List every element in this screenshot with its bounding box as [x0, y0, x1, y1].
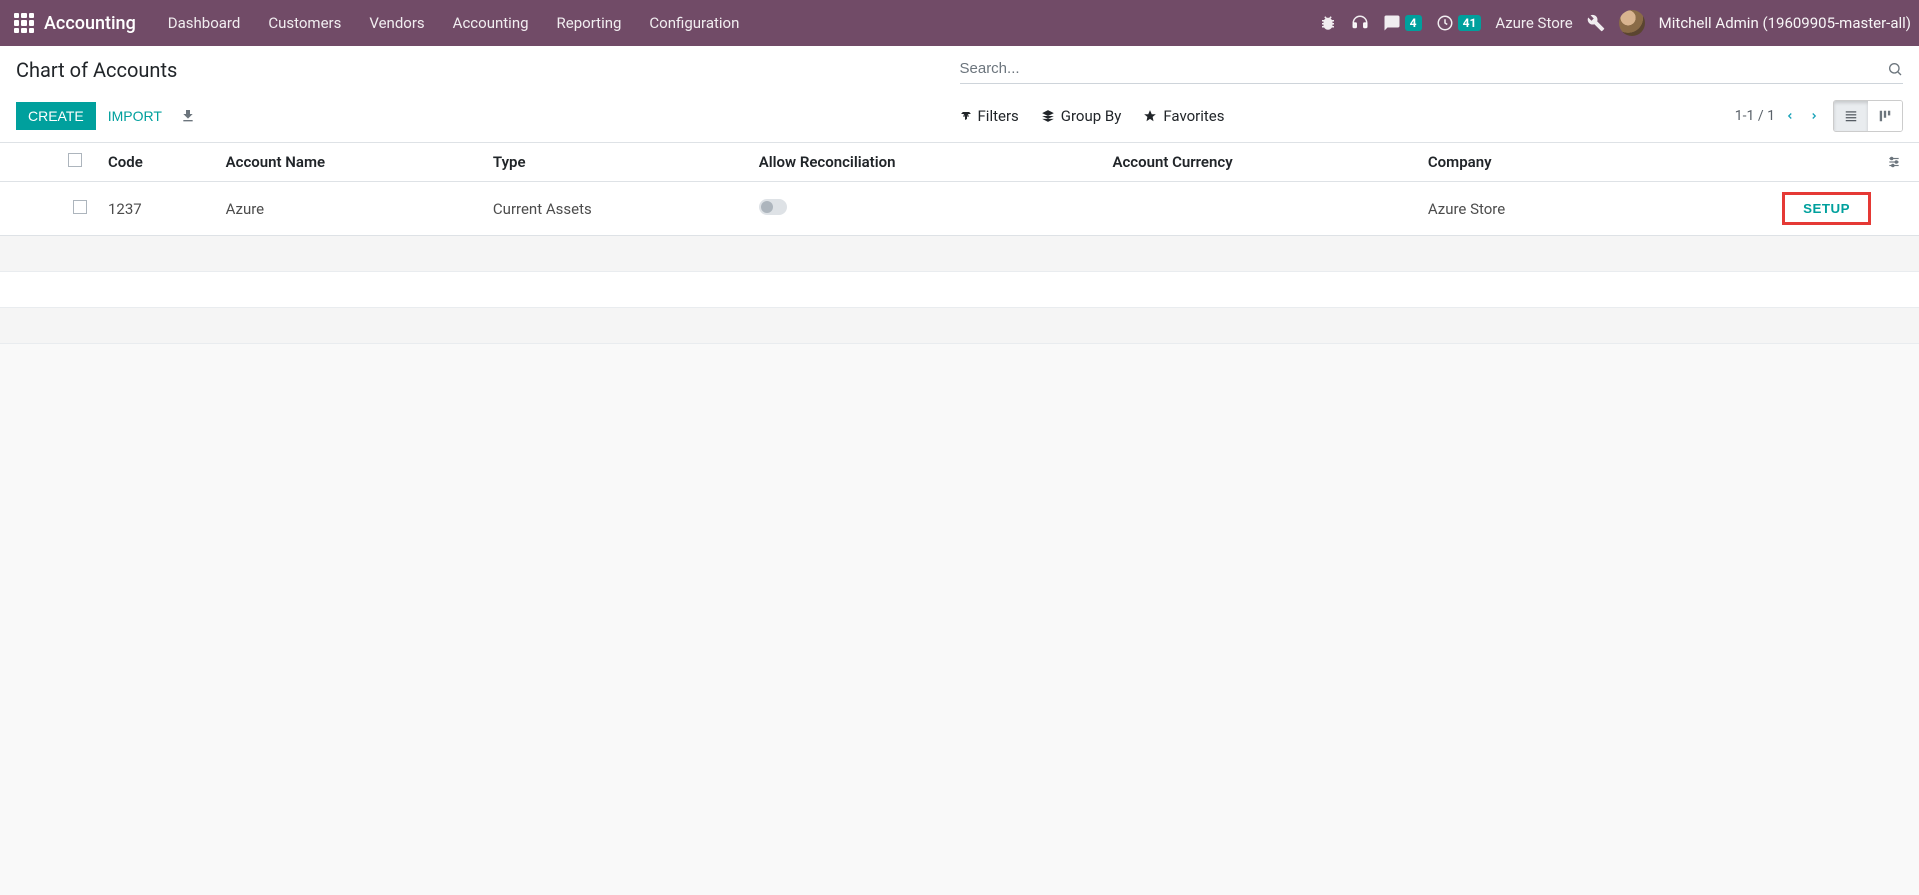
- layers-icon: [1041, 109, 1055, 123]
- cell-allow-reconciliation[interactable]: [751, 182, 1105, 236]
- setup-button[interactable]: SETUP: [1782, 192, 1871, 225]
- cell-account-name[interactable]: Azure: [218, 182, 485, 236]
- select-all-checkbox[interactable]: [68, 153, 82, 167]
- favorites-dropdown[interactable]: Favorites: [1143, 107, 1224, 125]
- col-code[interactable]: Code: [100, 143, 218, 182]
- list-view-button[interactable]: [1834, 101, 1868, 131]
- view-switcher: [1833, 100, 1903, 132]
- groupby-label: Group By: [1061, 107, 1122, 125]
- import-button[interactable]: Import: [96, 102, 174, 130]
- nav-configuration[interactable]: Configuration: [635, 0, 753, 46]
- support-icon[interactable]: [1351, 14, 1369, 32]
- groupby-dropdown[interactable]: Group By: [1041, 107, 1122, 125]
- col-company[interactable]: Company: [1420, 143, 1636, 182]
- cell-company[interactable]: Azure Store: [1420, 182, 1636, 236]
- control-panel: Chart of Accounts Create Import Filters: [0, 46, 1919, 143]
- cell-account-currency[interactable]: [1104, 182, 1419, 236]
- bug-icon[interactable]: [1319, 14, 1337, 32]
- nav-dashboard[interactable]: Dashboard: [154, 0, 255, 46]
- kanban-view-button[interactable]: [1868, 101, 1902, 131]
- col-account-currency[interactable]: Account Currency: [1104, 143, 1419, 182]
- table-spacer: [0, 308, 1919, 344]
- table-add-row[interactable]: [0, 272, 1919, 308]
- filters-dropdown[interactable]: Filters: [960, 107, 1019, 125]
- search-icon[interactable]: [1887, 61, 1903, 77]
- col-type[interactable]: Type: [485, 143, 751, 182]
- nav-accounting[interactable]: Accounting: [439, 0, 543, 46]
- search-bar[interactable]: [960, 58, 1904, 84]
- table-spacer: [0, 236, 1919, 272]
- messages-icon[interactable]: 4: [1383, 14, 1422, 32]
- pager-prev-icon[interactable]: [1781, 109, 1799, 123]
- user-avatar[interactable]: [1619, 10, 1645, 36]
- activities-badge: 41: [1458, 15, 1482, 31]
- company-switcher[interactable]: Azure Store: [1495, 14, 1572, 32]
- tools-icon[interactable]: [1587, 14, 1605, 32]
- messages-badge: 4: [1405, 15, 1422, 31]
- search-input[interactable]: [960, 60, 1888, 77]
- apps-icon[interactable]: [14, 13, 34, 33]
- cell-type[interactable]: Current Assets: [485, 182, 751, 236]
- cell-code[interactable]: 1237: [100, 182, 218, 236]
- pager: 1-1 / 1: [1735, 108, 1823, 124]
- favorites-label: Favorites: [1163, 107, 1224, 125]
- table-row[interactable]: 1237 Azure Current Assets Azure Store SE…: [0, 182, 1919, 236]
- pager-next-icon[interactable]: [1805, 109, 1823, 123]
- nav-reporting[interactable]: Reporting: [543, 0, 636, 46]
- table-header-row: Code Account Name Type Allow Reconciliat…: [0, 143, 1919, 182]
- app-brand[interactable]: Accounting: [44, 13, 136, 34]
- user-menu[interactable]: Mitchell Admin (19609905-master-all): [1659, 14, 1911, 32]
- star-icon: [1143, 109, 1157, 123]
- activities-icon[interactable]: 41: [1436, 14, 1482, 32]
- download-icon[interactable]: [180, 108, 196, 124]
- nav-menu: Dashboard Customers Vendors Accounting R…: [154, 0, 754, 46]
- accounts-table: Code Account Name Type Allow Reconciliat…: [0, 143, 1919, 344]
- col-allow-reconciliation[interactable]: Allow Reconciliation: [751, 143, 1105, 182]
- filters-label: Filters: [978, 107, 1019, 125]
- col-account-name[interactable]: Account Name: [218, 143, 485, 182]
- reconciliation-toggle[interactable]: [759, 199, 787, 215]
- top-navbar: Accounting Dashboard Customers Vendors A…: [0, 0, 1919, 46]
- nav-vendors[interactable]: Vendors: [355, 0, 438, 46]
- optional-columns-icon[interactable]: [1887, 155, 1911, 169]
- nav-customers[interactable]: Customers: [254, 0, 355, 46]
- filter-icon: [960, 110, 972, 122]
- breadcrumb: Chart of Accounts: [16, 58, 177, 82]
- create-button[interactable]: Create: [16, 102, 96, 130]
- row-checkbox[interactable]: [73, 200, 87, 214]
- pager-text[interactable]: 1-1 / 1: [1735, 108, 1775, 124]
